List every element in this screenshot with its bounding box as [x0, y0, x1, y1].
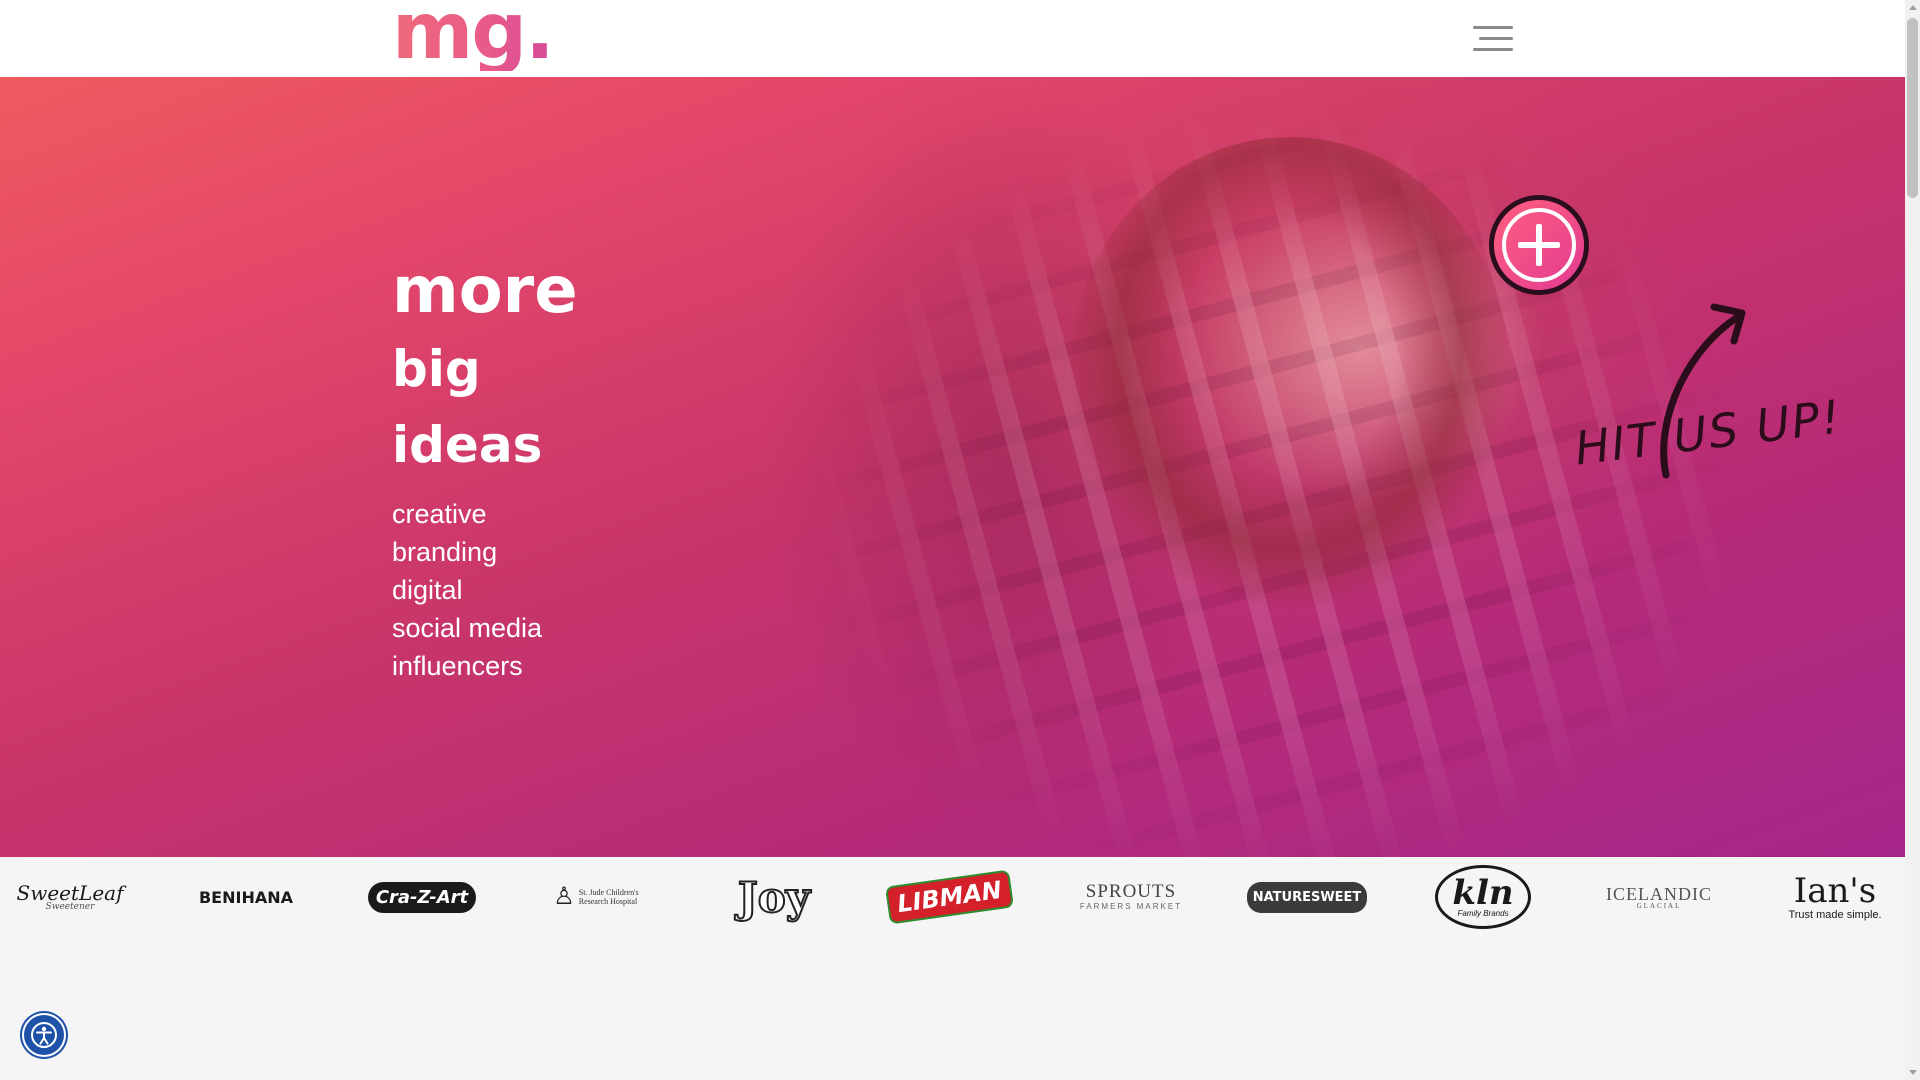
services-list: creative branding digital social media i…: [392, 495, 542, 685]
hero-banner: more big ideas creative branding digital…: [0, 77, 1905, 857]
headline-word-ideas: ideas: [392, 416, 543, 474]
client-logo-sweetleaf: SweetLeaf Sweetener: [16, 880, 124, 912]
mg-logo[interactable]: mg.: [392, 0, 555, 71]
scroll-down-icon[interactable]: [1909, 1070, 1917, 1075]
client-logo-sprouts: SPROUTS FARMERS MARKET: [1079, 881, 1183, 912]
headline-word-more: more: [392, 254, 578, 328]
client-logo-crazart: Cra-Z-Art: [367, 857, 477, 937]
hamburger-menu-icon[interactable]: [1473, 24, 1513, 54]
scroll-up-icon[interactable]: [1909, 5, 1917, 10]
client-logo-st-jude: ♙ St. Jude Children's Research Hospital: [553, 883, 639, 910]
client-logo-icelandic: ICELANDIC GLACIAL: [1606, 883, 1712, 910]
plus-circle-icon[interactable]: [1494, 200, 1584, 290]
page-scrollbar[interactable]: [1905, 0, 1920, 1080]
client-logo-ians: Ian's Trust made simple.: [1788, 870, 1882, 921]
client-logo-joy: Joy: [737, 872, 811, 923]
service-item-creative: creative: [392, 499, 487, 529]
site-header: mg.: [0, 0, 1905, 77]
accessibility-person-icon[interactable]: [24, 1015, 64, 1055]
service-item-digital: digital: [392, 575, 463, 605]
client-logo-kln: kln Family Brands: [1428, 857, 1538, 937]
client-logo-naturesweet: NATURESWEET: [1246, 857, 1368, 937]
service-item-branding: branding: [392, 537, 498, 567]
client-logo-benihana: BENIHANA: [198, 887, 293, 907]
client-logo-libman: LIBMAN: [887, 857, 1013, 937]
service-item-social-media: social media: [392, 613, 543, 643]
client-logo-strip: SweetLeaf Sweetener BENIHANA Cra-Z-Art ♙ S…: [0, 857, 1905, 937]
service-item-influencers: influencers: [392, 651, 523, 681]
scrollbar-thumb[interactable]: [1907, 18, 1918, 198]
headline-word-big: big: [392, 340, 481, 398]
